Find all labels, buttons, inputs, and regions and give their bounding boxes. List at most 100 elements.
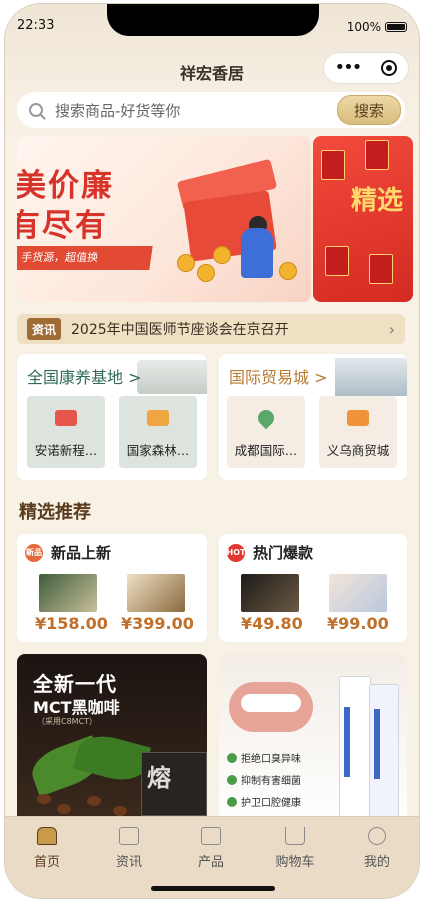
health-base-title[interactable]: 全国康养基地 > xyxy=(27,364,142,388)
coffee-promo-line-2: MCT黑咖啡 xyxy=(33,698,120,717)
product-price: ¥99.00 xyxy=(327,614,389,633)
red-envelope-icon xyxy=(325,246,349,276)
product-thumbnail[interactable] xyxy=(241,574,299,612)
product-thumbnail[interactable] xyxy=(329,574,387,612)
news-headline[interactable]: 2025年中国医师节座谈会在京召开 xyxy=(71,319,389,339)
bullet-text: 护卫口腔健康 xyxy=(241,798,301,809)
search-bar[interactable]: 搜索商品-好货等你 搜索 xyxy=(17,92,405,128)
search-icon xyxy=(29,103,43,117)
user-icon xyxy=(368,827,386,845)
trade-city-title[interactable]: 国际贸易城 > xyxy=(229,364,328,388)
battery-percent: 100% xyxy=(346,20,381,34)
banner-line-1: 美价廉 xyxy=(17,168,114,204)
chevron-right-icon: › xyxy=(388,319,395,339)
coin-icon xyxy=(197,264,215,282)
toothpaste-bullet: 拒绝口臭异味 xyxy=(227,750,301,765)
tab-label: 首页 xyxy=(33,855,60,870)
bullet-text: 抑制有害细菌 xyxy=(241,776,301,787)
coin-icon xyxy=(279,262,297,280)
hot-badge-icon: HOT xyxy=(227,543,245,562)
tab-products[interactable]: 产品 xyxy=(181,827,241,870)
tab-label: 资讯 xyxy=(115,855,142,870)
coffee-bean-image xyxy=(37,794,51,804)
red-envelope-icon xyxy=(321,150,345,180)
hot-items-header: HOT 热门爆款 xyxy=(227,542,313,563)
city-item-label: 成都国际… xyxy=(234,443,298,458)
section-title: 精选推荐 xyxy=(19,502,91,523)
coffee-bean-image xyxy=(113,806,127,816)
phone-screen: 22:33 100% 祥宏香居 ••• 搜索商品-好货等你 搜索 美价廉 有尽有… xyxy=(5,4,419,898)
news-ticker[interactable]: 资讯 2025年中国医师节座谈会在京召开 › xyxy=(17,314,405,344)
banner-line-2: 有尽有 xyxy=(17,208,108,244)
tube-stripe xyxy=(374,709,380,779)
tab-cart[interactable]: 购物车 xyxy=(265,827,325,870)
base-item[interactable]: 国家森林… xyxy=(119,396,197,468)
base-item-label: 安诺新程… xyxy=(34,443,98,458)
home-indicator[interactable] xyxy=(151,886,275,891)
main-banner[interactable]: 美价廉 有尽有 手货源，超值换 xyxy=(17,136,311,302)
hot-items-card[interactable]: HOT 热门爆款 ¥49.80 ¥99.00 xyxy=(219,534,407,642)
book-icon xyxy=(119,827,139,845)
product-price: ¥49.80 xyxy=(241,614,303,633)
product-price: ¥399.00 xyxy=(121,614,194,633)
base-item-label: 国家森林… xyxy=(126,443,190,458)
banner-ribbon: 手货源，超值换 xyxy=(17,246,153,270)
new-arrivals-header: 新品 新品上新 xyxy=(25,542,111,563)
check-icon xyxy=(227,752,237,763)
city-image xyxy=(335,358,407,396)
home-icon xyxy=(37,827,57,845)
more-icon[interactable]: ••• xyxy=(335,59,363,77)
new-badge-icon: 新品 xyxy=(25,543,43,562)
hot-items-title: 热门爆款 xyxy=(253,544,314,562)
coin-icon xyxy=(177,254,195,272)
close-target-icon[interactable] xyxy=(381,60,398,76)
tab-label: 产品 xyxy=(197,855,224,870)
check-icon xyxy=(227,774,237,785)
coffee-promo-line-3: （采用C8MCT） xyxy=(37,717,98,726)
bag-icon xyxy=(201,827,221,845)
health-base-card[interactable]: 全国康养基地 > 安诺新程… 国家森林… xyxy=(17,354,207,480)
product-price: ¥158.00 xyxy=(35,614,108,633)
toothpaste-bullet: 护卫口腔健康 xyxy=(227,794,301,809)
side-banner[interactable]: 精选 xyxy=(313,136,413,302)
tube-stripe xyxy=(344,707,350,777)
tab-profile[interactable]: 我的 xyxy=(347,827,407,870)
toothpaste-tube-image xyxy=(369,684,399,818)
location-pin-icon xyxy=(254,406,278,430)
city-item[interactable]: 义乌商贸城 xyxy=(319,396,397,468)
battery-icon xyxy=(385,22,407,32)
tab-label: 购物车 xyxy=(275,855,315,870)
tab-news[interactable]: 资讯 xyxy=(99,827,159,870)
new-arrivals-card[interactable]: 新品 新品上新 ¥158.00 ¥399.00 xyxy=(17,534,207,642)
toothpaste-bullet: 抑制有害细菌 xyxy=(227,772,301,787)
town-image xyxy=(137,360,207,394)
coffee-bean-image xyxy=(87,796,101,806)
base-item[interactable]: 安诺新程… xyxy=(27,396,105,468)
coin-icon xyxy=(213,246,231,264)
search-button[interactable]: 搜索 xyxy=(337,95,401,125)
coffee-bean-image xyxy=(57,804,71,814)
red-envelope-icon xyxy=(369,254,393,284)
trade-city-card[interactable]: 国际贸易城 > 成都国际… 义乌商贸城 xyxy=(219,354,407,480)
check-icon xyxy=(227,796,237,807)
city-item-label: 义乌商贸城 xyxy=(326,443,390,458)
toothpaste-promo[interactable]: 拒绝口臭异味 抑制有害细菌 护卫口腔健康 xyxy=(219,654,407,824)
mini-program-capsule[interactable]: ••• xyxy=(323,52,409,84)
tab-label: 我的 xyxy=(363,855,390,870)
box-icon xyxy=(147,410,169,426)
character-figure xyxy=(241,228,273,278)
shop-icon xyxy=(347,410,369,426)
coffee-promo[interactable]: 全新一代 MCT黑咖啡 （采用C8MCT） 熔 xyxy=(17,654,207,824)
ticket-icon xyxy=(55,410,77,426)
product-thumbnail[interactable] xyxy=(127,574,185,612)
tab-home[interactable]: 首页 xyxy=(17,827,77,870)
status-time: 22:33 xyxy=(17,18,55,33)
side-banner-text: 精选 xyxy=(351,186,404,216)
news-tag: 资讯 xyxy=(27,318,61,340)
search-input[interactable]: 搜索商品-好货等你 xyxy=(55,100,337,121)
bullet-text: 拒绝口臭异味 xyxy=(241,754,301,765)
product-thumbnail[interactable] xyxy=(39,574,97,612)
coffee-box-text: 熔 xyxy=(147,764,171,792)
red-envelope-icon xyxy=(365,140,389,170)
city-item[interactable]: 成都国际… xyxy=(227,396,305,468)
